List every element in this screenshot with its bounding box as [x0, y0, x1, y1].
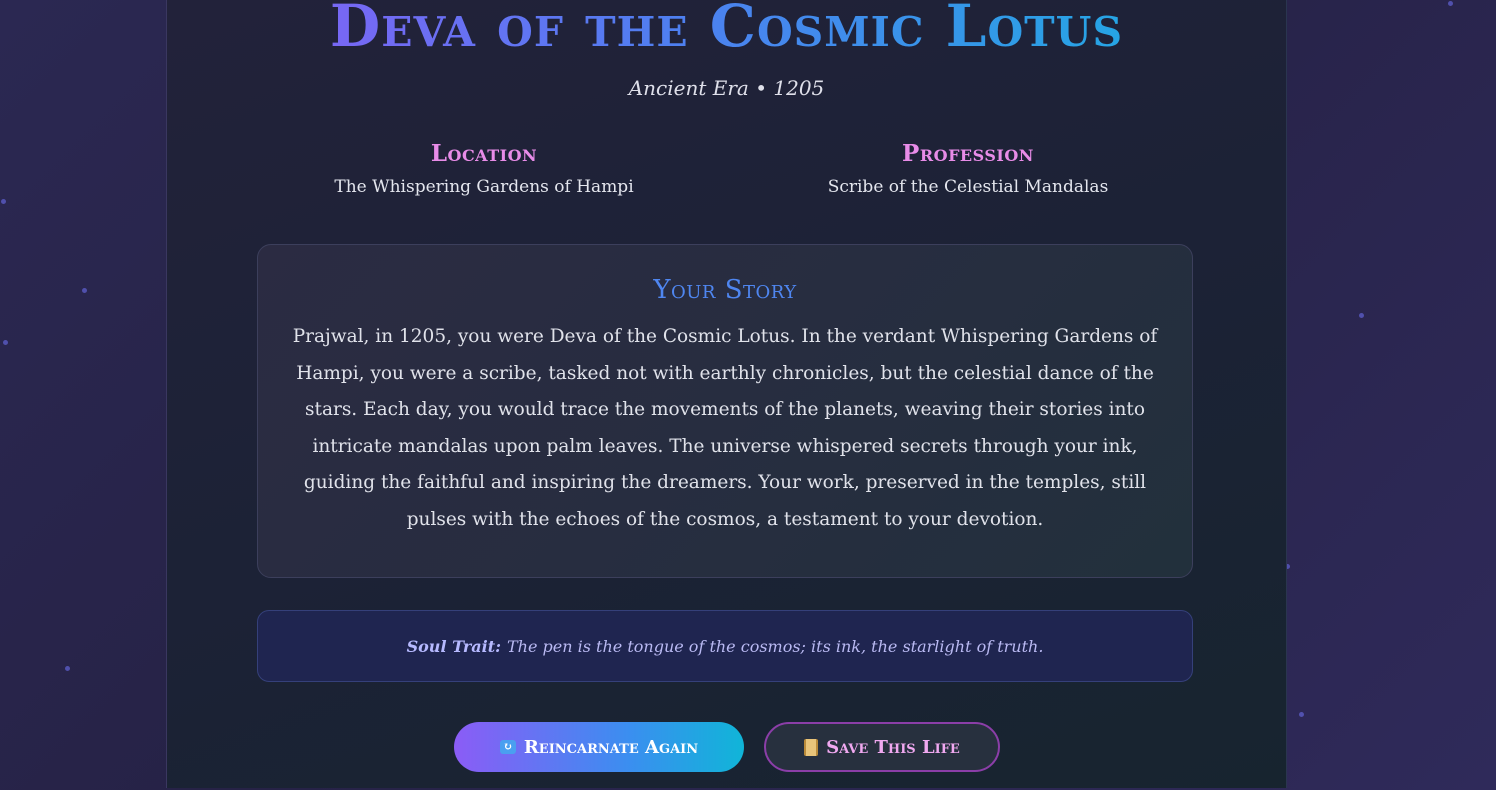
- soul-trait-card: Soul Trait: The pen is the tongue of the…: [257, 610, 1193, 682]
- reincarnate-again-button[interactable]: ↻ Reincarnate Again: [454, 722, 744, 772]
- result-panel: Deva of the Cosmic Lotus Ancient Era • 1…: [166, 0, 1287, 788]
- soul-trait-text: The pen is the tongue of the cosmos; its…: [507, 636, 1044, 656]
- background-star: [1359, 313, 1364, 318]
- save-this-life-label: Save This Life: [826, 736, 960, 758]
- profession-section: Profession Scribe of the Celestial Manda…: [726, 140, 1210, 197]
- location-label: Location: [430, 140, 538, 167]
- background-star: [65, 666, 70, 671]
- soul-trait-label: Soul Trait:: [406, 636, 501, 656]
- story-text: Prajwal, in 1205, you were Deva of the C…: [292, 326, 1158, 530]
- save-this-life-button[interactable]: Save This Life: [764, 722, 1000, 772]
- repeat-icon: ↻: [499, 740, 516, 754]
- location-value: The Whispering Gardens of Hampi: [334, 177, 634, 197]
- reincarnate-again-label: Reincarnate Again: [523, 736, 699, 758]
- era-subtitle: Ancient Era • 1205: [628, 76, 825, 100]
- location-section: Location The Whispering Gardens of Hampi: [242, 140, 726, 197]
- profession-value: Scribe of the Celestial Mandalas: [827, 177, 1109, 197]
- story-title: Your Story: [653, 275, 797, 305]
- story-card: Your Story Prajwal, in 1205, you were De…: [257, 244, 1193, 578]
- scroll-icon: [804, 738, 819, 756]
- page-title: Deva of the Cosmic Lotus: [167, 0, 1286, 60]
- background-star: [1, 199, 6, 204]
- background-star: [1448, 1, 1453, 6]
- profession-label: Profession: [902, 140, 1034, 167]
- background-star: [1299, 712, 1304, 717]
- background-star: [3, 340, 8, 345]
- background-star: [82, 288, 87, 293]
